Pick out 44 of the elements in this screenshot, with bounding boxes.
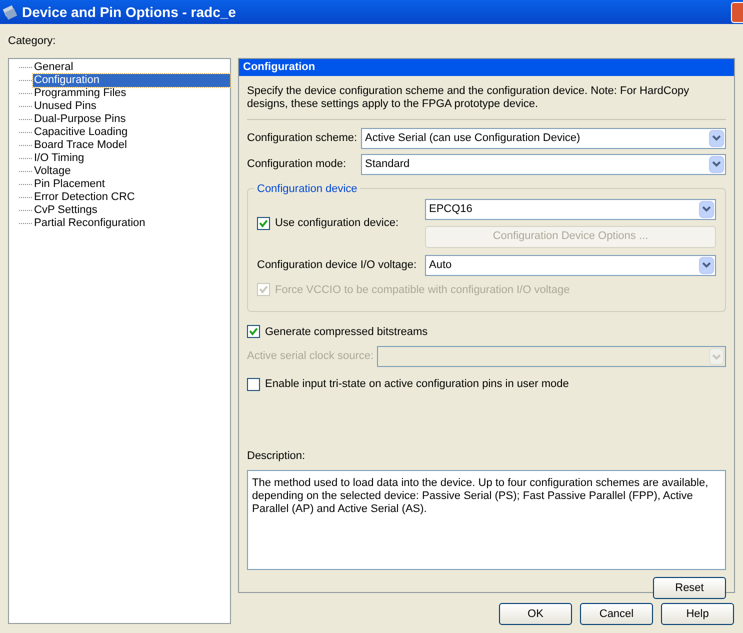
field-label: Configuration scheme: (247, 130, 358, 146)
field-label: Active serial clock source: (247, 349, 375, 364)
tree-item[interactable]: Voltage (33, 165, 72, 178)
checkbox[interactable] (247, 378, 260, 391)
tree-item[interactable]: Partial Reconfiguration (33, 217, 146, 230)
dropdown-arrow-icon (709, 156, 724, 172)
dropdown-field[interactable]: EPCQ16 (425, 198, 716, 220)
chip-icon (2, 4, 18, 20)
tree-item[interactable]: General (33, 61, 74, 74)
tree-item[interactable]: Programming Files (33, 87, 128, 100)
field-label: Configuration mode: (247, 156, 348, 172)
tree-item[interactable]: CvP Settings (33, 204, 98, 217)
field-label: Configuration device I/O voltage: (257, 258, 418, 273)
checkbox-label: Generate compressed bitstreams (265, 324, 428, 340)
description-label: Description: (247, 448, 306, 464)
dropdown-field[interactable]: Active Serial (can use Configuration Device) (361, 128, 726, 148)
checkbox-label: Force VCCIO to be compatible with configuration I/O voltage (275, 282, 570, 298)
dialog-button[interactable]: Reset (653, 577, 726, 599)
dropdown-arrow-icon (709, 348, 724, 365)
dialog-button[interactable]: Cancel (580, 603, 653, 625)
intro-text: Specify the device configuration scheme and the configuration device. Note: For HardCopy designs, these settings apply to the FPGA prototype device. (247, 76, 726, 120)
dropdown-field[interactable]: Standard (361, 154, 726, 174)
dropdown-field[interactable]: Auto (425, 254, 716, 276)
tree-item[interactable]: Unused Pins (33, 100, 98, 113)
checkbox-label: Use configuration device: (275, 216, 399, 231)
category-label: Category: (8, 34, 57, 49)
tree-item[interactable]: Configuration (33, 74, 230, 87)
dialog-button[interactable]: Help (661, 603, 734, 625)
panel-header: Configuration (239, 59, 734, 76)
dropdown-arrow-icon (699, 256, 714, 274)
tree-item[interactable]: Error Detection CRC (33, 191, 136, 204)
description-box: The method used to load data into the device. Up to four configuration schemes are available, depending on the selected device: Passive Serial (PS); Fast Passive Parallel (FPP), Active Parallel (AP) and Active Serial (AS). (247, 470, 726, 570)
tree-item[interactable]: Board Trace Model (33, 139, 128, 152)
checkbox-label: Enable input tri-state on active configuration pins in user mode (265, 377, 569, 392)
window-title: Device and Pin Options - radc_e (22, 2, 237, 22)
checkbox[interactable] (257, 216, 270, 230)
checkbox[interactable] (247, 325, 260, 338)
tree-item[interactable]: Pin Placement (33, 178, 106, 191)
dialog-button[interactable]: OK (499, 603, 572, 625)
tree-item[interactable]: Dual-Purpose Pins (33, 113, 127, 126)
tree-item[interactable]: Capacitive Loading (33, 126, 129, 139)
dropdown-arrow-icon (699, 200, 714, 218)
tree-item[interactable]: I/O Timing (33, 152, 86, 165)
dropdown-arrow-icon (709, 130, 724, 146)
